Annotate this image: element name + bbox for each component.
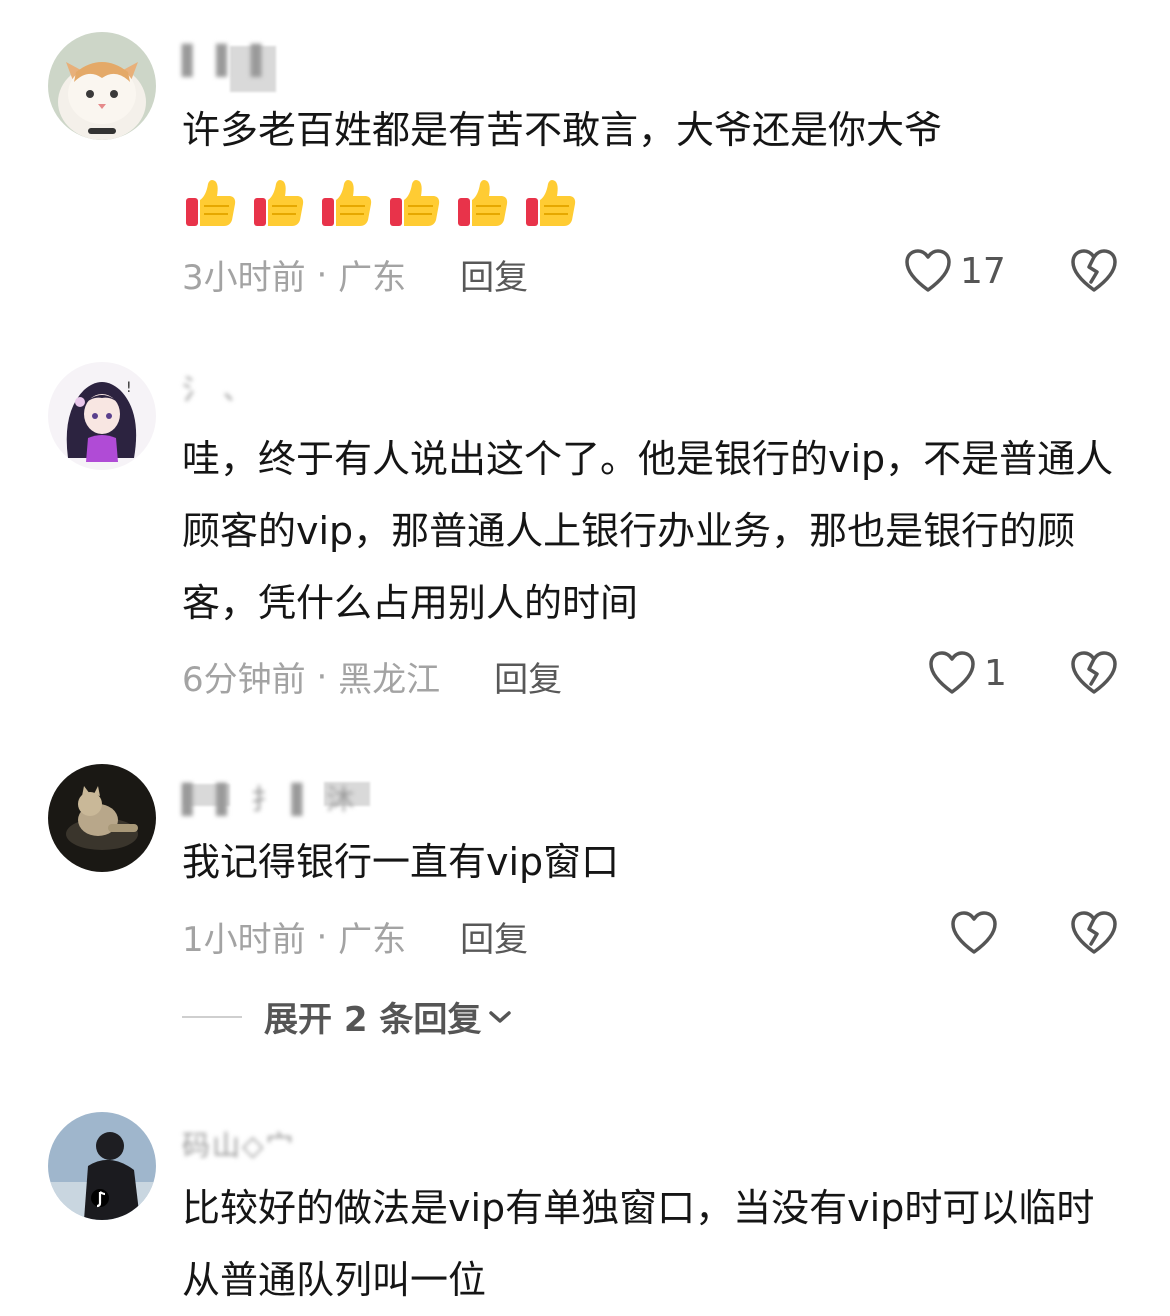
dislike-button[interactable] xyxy=(1070,248,1118,294)
comment-location: 广东 xyxy=(338,920,407,960)
username[interactable]: 码山◇宀 xyxy=(182,1124,296,1164)
thumbs-up-icon xyxy=(526,180,576,226)
meta-separator: · xyxy=(305,916,339,957)
comment-text: 我记得银行一直有vip窗口 xyxy=(182,840,620,884)
avatar[interactable]: ! xyxy=(48,362,156,470)
comment-text: 比较好的做法是vip有单独窗口，当没有vip时可以临时从普通队列叫一位 xyxy=(182,1186,1095,1302)
comment-meta: 6分钟前 · 黑龙江 回复 xyxy=(182,652,562,701)
meta-separator: · xyxy=(305,254,339,295)
thumbs-up-icon xyxy=(254,180,304,226)
like-button[interactable] xyxy=(950,910,998,956)
like-button[interactable]: 17 xyxy=(904,248,1006,294)
divider-line xyxy=(182,1015,242,1018)
heart-icon xyxy=(951,911,997,954)
person-avatar-image xyxy=(48,1112,156,1220)
expand-replies-label: 展开 2 条回复 xyxy=(264,1000,482,1040)
broken-heart-icon xyxy=(1071,911,1117,954)
avatar[interactable] xyxy=(48,1112,156,1220)
like-count: 1 xyxy=(984,652,1007,694)
username[interactable]: ▌ ▌ ▌ xyxy=(182,44,274,77)
meta-separator: · xyxy=(305,656,339,697)
broken-heart-icon xyxy=(1071,651,1117,694)
broken-heart-icon xyxy=(1071,249,1117,292)
cat-avatar-image xyxy=(48,32,156,140)
expand-replies-button[interactable]: 展开 2 条回复 xyxy=(182,992,513,1041)
avatar[interactable] xyxy=(48,32,156,140)
reply-button[interactable]: 回复 xyxy=(494,652,562,701)
chevron-down-icon xyxy=(489,1010,512,1023)
thumbs-up-icon xyxy=(186,180,236,226)
comment-meta: 3小时前 · 广东 回复 xyxy=(182,250,528,299)
username[interactable]: ▌ ▌ 扌 ▌ 沐 xyxy=(182,778,356,818)
dislike-button[interactable] xyxy=(1070,910,1118,956)
comment-text: 哇，终于有人说出这个了。他是银行的vip，不是普通人顾客的vip，那普通人上银行… xyxy=(182,437,1114,625)
comment-text: 许多老百姓都是有苦不敢言，大爷还是你大爷 xyxy=(182,108,943,152)
cat-photo-avatar-image xyxy=(48,764,156,872)
thumbs-up-icon xyxy=(390,180,440,226)
emoji-row xyxy=(184,176,578,230)
comment-location: 黑龙江 xyxy=(338,660,441,700)
comment-location: 广东 xyxy=(338,258,407,298)
comment-time: 1小时前 xyxy=(182,920,306,960)
username[interactable]: 氵 、 xyxy=(182,368,253,408)
comment-time: 3小时前 xyxy=(182,258,306,298)
reply-button[interactable]: 回复 xyxy=(460,250,528,299)
comment-time: 6分钟前 xyxy=(182,660,306,700)
comment-meta: 1小时前 · 广东 回复 xyxy=(182,912,528,961)
like-count: 17 xyxy=(960,250,1006,292)
heart-icon xyxy=(929,651,975,694)
thumbs-up-icon xyxy=(322,180,372,226)
heart-icon xyxy=(905,249,951,292)
avatar[interactable] xyxy=(48,764,156,872)
svg-text:!: ! xyxy=(126,380,132,396)
thumbs-up-icon xyxy=(458,180,508,226)
like-button[interactable]: 1 xyxy=(928,650,1007,696)
anime-avatar-image: ! xyxy=(48,362,156,470)
dislike-button[interactable] xyxy=(1070,650,1118,696)
reply-button[interactable]: 回复 xyxy=(460,912,528,961)
